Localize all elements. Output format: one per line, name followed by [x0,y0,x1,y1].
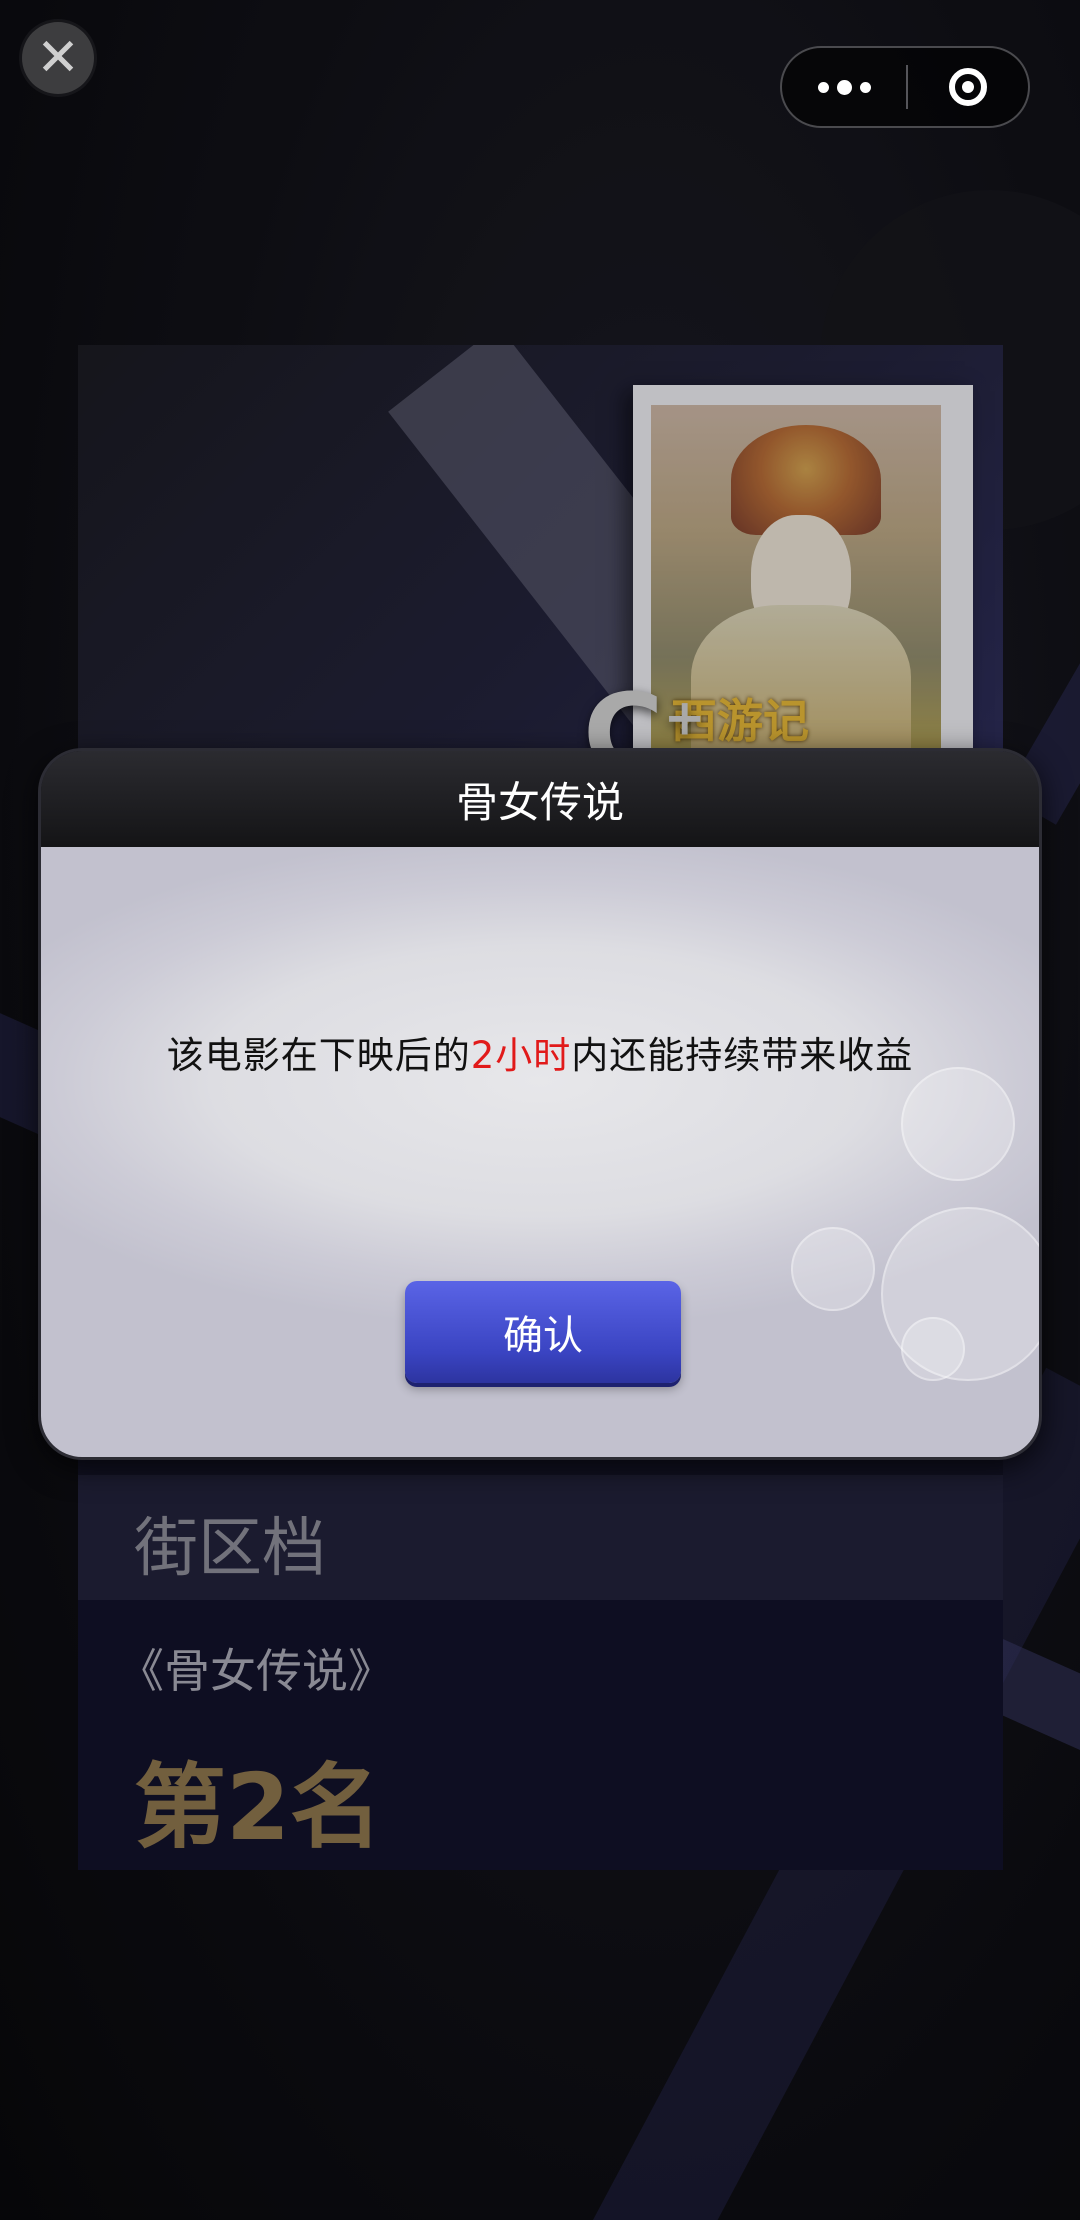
info-dialog: 骨女传说 该电影在下映后的2小时内还能持续带来收益 确认 [38,748,1042,1460]
dialog-body: 该电影在下映后的2小时内还能持续带来收益 确认 [41,847,1039,1457]
exit-mini-program-button[interactable] [908,48,1028,126]
dialog-title: 骨女传说 [455,777,624,827]
game-screen: 西游记 C+ 街区档 《骨女传说》 第2名 ✕ 骨女传说 该电影在下映后的2小时… [0,0,1080,2220]
circle-target-icon [949,68,987,106]
dialog-header: 骨女传说 [41,751,1039,850]
decorative-bubble [901,1067,1015,1181]
message-highlight: 2小时 [470,1034,572,1077]
confirm-button[interactable]: 确认 [405,1281,681,1383]
mini-program-capsule [780,46,1030,128]
close-icon: ✕ [36,28,80,88]
more-dots-icon [836,79,852,95]
close-button[interactable]: ✕ [22,22,94,94]
decorative-bubble [791,1227,875,1311]
dialog-message: 该电影在下映后的2小时内还能持续带来收益 [41,1025,1039,1079]
more-dots-icon [817,81,829,93]
more-button[interactable] [782,48,906,126]
message-after: 内还能持续带来收益 [571,1034,914,1077]
more-dots-icon [859,81,871,93]
decorative-bubble [901,1317,965,1381]
message-before: 该电影在下映后的 [166,1034,471,1077]
